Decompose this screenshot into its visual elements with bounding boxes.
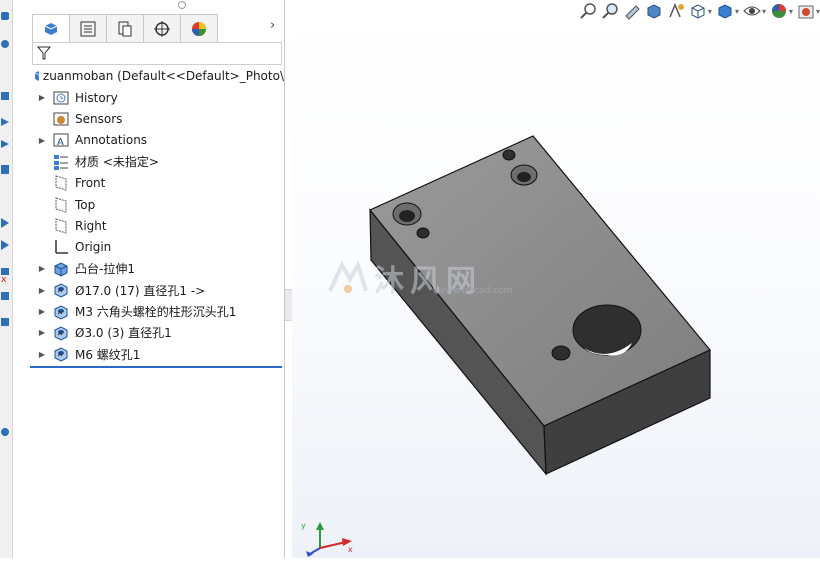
expand-arrow-icon[interactable]: ▶ <box>36 93 48 102</box>
tab-property-manager[interactable] <box>69 14 107 43</box>
hole-wizard-icon <box>52 345 70 363</box>
expand-arrow-icon[interactable]: ▶ <box>36 307 48 316</box>
tree-node-label: M3 六角头螺栓的柱形沉头孔1 <box>75 305 237 319</box>
tab-dimxpert-manager[interactable] <box>143 14 181 43</box>
filter-icon <box>37 46 51 60</box>
tree-node-label: Right <box>75 218 107 233</box>
tree-node[interactable]: ▶ M6 螺纹孔1 <box>30 344 284 365</box>
annotations-icon: A <box>52 131 70 149</box>
tree-node[interactable]: ▶Right <box>30 215 284 236</box>
hole-small-top[interactable] <box>502 149 516 161</box>
material-icon <box>52 153 70 171</box>
tree-node[interactable]: ▶ A Annotations <box>30 130 284 151</box>
origin-icon <box>52 238 70 256</box>
svg-text:x: x <box>348 545 353 554</box>
tree-node[interactable]: ▶Sensors <box>30 108 284 129</box>
watermark-url: www.mfcad.com <box>438 286 513 296</box>
tree-node-label: Annotations <box>75 133 148 148</box>
property-manager-icon <box>80 21 96 36</box>
tree-node-label: M6 螺纹孔1 <box>75 347 141 362</box>
display-manager-icon <box>192 21 206 36</box>
tab-feature-manager[interactable] <box>32 14 70 43</box>
coordinate-triad-icon: y x <box>301 521 353 557</box>
tab-configuration-manager[interactable] <box>106 14 144 43</box>
history-icon <box>52 89 70 107</box>
plane-icon <box>52 196 70 214</box>
part-icon <box>34 71 39 81</box>
dimxpert-icon <box>154 20 170 37</box>
tree-node[interactable]: ▶Origin <box>30 237 284 258</box>
watermark: 沐风网 www.mfcad.com <box>328 256 512 300</box>
tree-root-part[interactable]: zuanmoban (Default<<Default>_Photo\ <box>32 66 284 86</box>
tree-node-label: 凸台-拉伸1 <box>75 262 135 277</box>
tree-node[interactable]: ▶ Ø17.0 (17) 直径孔1 -> <box>30 280 284 301</box>
tree-node-label: Ø17.0 (17) 直径孔1 -> <box>75 283 206 298</box>
tree-node-label: Ø3.0 (3) 直径孔1 <box>75 326 172 341</box>
expand-arrow-icon[interactable]: ▶ <box>36 350 48 359</box>
extrude-icon <box>52 260 70 278</box>
expand-arrow-icon[interactable]: ▶ <box>36 328 48 337</box>
tree-node-label: Sensors <box>75 111 123 126</box>
configuration-manager-icon <box>118 21 132 36</box>
feature-manager-panel: › zuanmoban (Default<<Default>_Photo\ ▶ H… <box>30 0 284 558</box>
expand-arrow-icon[interactable]: ▶ <box>36 136 48 145</box>
hole-wizard-icon <box>52 281 70 299</box>
graphics-area[interactable]: ▾ ▾ ▾ ▾ ▾ 沐风网 www.mfcad.com y x <box>292 0 820 558</box>
panel-grip[interactable] <box>178 1 186 9</box>
watermark-logo <box>328 261 368 293</box>
large-hole[interactable] <box>572 304 642 356</box>
rollback-bar[interactable] <box>30 366 282 368</box>
hole-wizard-icon <box>52 324 70 342</box>
counterbore-inner-left <box>399 210 415 222</box>
hole-small-left[interactable] <box>416 227 430 239</box>
feature-manager-icon <box>44 22 58 35</box>
expand-arrow-icon[interactable]: ▶ <box>36 286 48 295</box>
tree-node-label: 材质 <未指定> <box>75 155 159 170</box>
tree-node-label: History <box>75 90 118 105</box>
tree-node[interactable]: ▶Front <box>30 173 284 194</box>
tabs-scroll-right-icon[interactable]: › <box>270 18 275 33</box>
sensor-icon <box>52 110 70 128</box>
part-name: zuanmoban (Default<<Default>_Photo\ <box>42 69 284 83</box>
tab-display-manager[interactable] <box>180 14 218 43</box>
view-triad: y x <box>296 518 356 561</box>
plane-icon <box>52 174 70 192</box>
hole-small-right[interactable] <box>551 345 571 361</box>
panel-tabs <box>32 14 218 43</box>
tree-node[interactable]: ▶ History <box>30 87 284 108</box>
tree-node-label: Front <box>75 176 106 191</box>
tree-node[interactable]: ▶ 凸台-拉伸1 <box>30 258 284 279</box>
tree-node[interactable]: ▶Top <box>30 194 284 215</box>
command-strip: x <box>0 0 13 558</box>
expand-arrow-icon[interactable]: ▶ <box>36 264 48 273</box>
svg-text:x: x <box>1 275 7 285</box>
tree-node-label: Top <box>75 197 96 212</box>
svg-text:A: A <box>57 137 64 148</box>
counterbore-inner-top <box>517 172 531 182</box>
svg-text:y: y <box>301 521 306 530</box>
tree-node[interactable]: ▶ Ø3.0 (3) 直径孔1 <box>30 322 284 343</box>
hole-wizard-icon <box>52 303 70 321</box>
tree-node[interactable]: ▶材质 <未指定> <box>30 151 284 172</box>
panel-divider[interactable] <box>284 0 285 558</box>
command-strip-icons: x <box>1 12 9 436</box>
part-body[interactable] <box>369 135 711 476</box>
plane-icon <box>52 217 70 235</box>
tree-node[interactable]: ▶ M3 六角头螺栓的柱形沉头孔1 <box>30 301 284 322</box>
tree-filter-input[interactable] <box>32 42 282 65</box>
tree-node-label: Origin <box>75 240 112 255</box>
